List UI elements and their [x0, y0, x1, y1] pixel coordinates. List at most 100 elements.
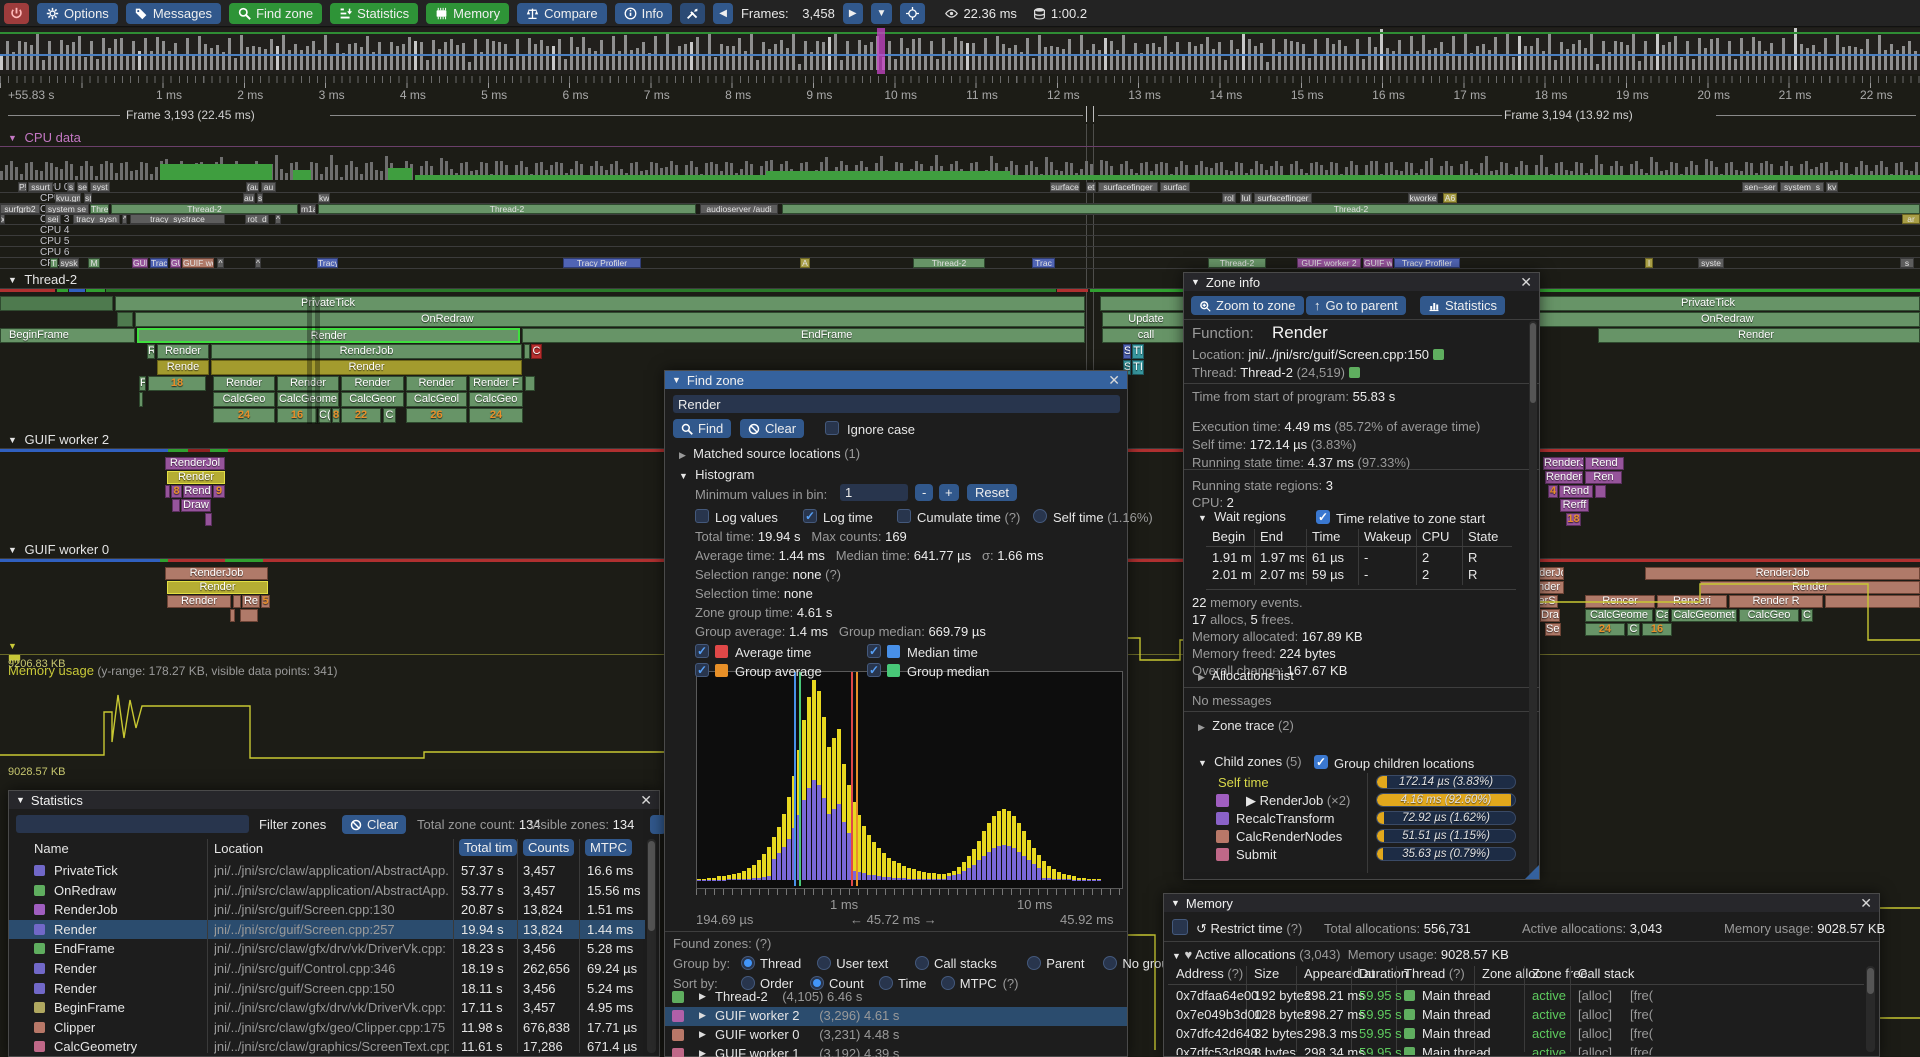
expand-arrow-icon[interactable]: ▶ [699, 1029, 706, 1040]
cpu-zone-block[interactable]: GUIF worker 2 [1297, 258, 1361, 268]
timeline-zone[interactable]: Rende [157, 360, 209, 375]
cpu-zone-block[interactable]: Tracy Profiler [1394, 258, 1460, 268]
group-by-radio-no-groupi[interactable] [1103, 956, 1117, 970]
prev-frame-button[interactable]: ◀ [713, 3, 733, 24]
timeline-zone[interactable]: C [383, 408, 396, 423]
child-zone-name[interactable]: Self time [1218, 775, 1269, 790]
child-zone-time-pill[interactable]: 4.16 ms (92.60%) [1376, 793, 1516, 807]
current-frame-marker[interactable] [877, 28, 885, 74]
timeline-zone[interactable]: 8 [332, 408, 340, 423]
child-zone-time-pill[interactable]: 172.14 µs (3.83%) [1376, 775, 1516, 789]
cpu-zone-block[interactable]: M [88, 258, 100, 268]
timeline-zone[interactable]: Render [213, 376, 275, 391]
find-zone-titlebar[interactable]: ▼ Find zone ✕ [665, 371, 1127, 389]
find-zone-query-input[interactable]: Render [673, 395, 1120, 413]
group-children-checkbox[interactable]: ✓ [1314, 755, 1328, 769]
timeline-zone[interactable]: Ca [1655, 609, 1669, 622]
cpu-zone-block[interactable]: ar [1902, 214, 1920, 224]
timeline-zone[interactable]: Render [167, 471, 225, 484]
frame-3194-label[interactable]: Frame 3,194 (13.92 ms) [1504, 108, 1633, 122]
timeline-zone[interactable]: 16 [1642, 623, 1672, 636]
allocations-list-toggle[interactable]: ▶ Allocations list [1198, 668, 1294, 683]
timeline-ruler[interactable]: +55.83 s 1 ms2 ms3 ms4 ms5 ms6 ms7 ms8 m… [0, 76, 1920, 106]
stats-clear-button[interactable]: Clear [342, 815, 406, 834]
timeline-zone[interactable] [205, 513, 212, 526]
find-clear-button[interactable]: Clear [740, 419, 804, 438]
cpu-zone-block[interactable]: surfaceflinger [1254, 193, 1312, 203]
tools-button[interactable] [680, 3, 705, 24]
ignore-case-checkbox[interactable] [825, 421, 839, 435]
wait-col-header[interactable]: Wakeup [1364, 529, 1418, 544]
child-zone-name[interactable]: CalcRenderNodes [1236, 829, 1342, 844]
child-zone-name[interactable]: Submit [1236, 847, 1276, 862]
thread-header-guif-worker-2[interactable]: ▼ GUIF worker 2 [8, 432, 109, 447]
cpu-zone-block[interactable]: A6 [1443, 193, 1457, 203]
timeline-zone[interactable]: F [139, 376, 146, 391]
found-zone-row[interactable]: ▶GUIF worker 1(3,192) 4.39 s [665, 1045, 1127, 1057]
cpu-zone-block[interactable]: Thread-2 [1208, 258, 1266, 268]
timeline-zone[interactable]: R [147, 344, 155, 359]
memory-scrollbar[interactable] [1866, 966, 1875, 1052]
cpu-zone-block[interactable]: (au [246, 182, 259, 192]
cpu-zone-block[interactable]: Thread-2 [111, 204, 298, 214]
cpu-zone-block[interactable]: GUIF wor [182, 258, 214, 268]
timeline-zone[interactable]: Rend [1585, 457, 1624, 470]
collapse-arrow-icon[interactable]: ▼ [1191, 277, 1200, 287]
legend-checkbox[interactable]: ✓ [695, 663, 709, 677]
found-zone-row[interactable]: ▶GUIF worker 0(3,231) 4.48 s [665, 1026, 1127, 1045]
timeline-zone[interactable]: 4 [1548, 485, 1558, 498]
timeline-zone[interactable] [165, 485, 170, 498]
wait-regions-toggle[interactable]: ▼ Wait regions [1198, 509, 1286, 524]
wait-col-header[interactable]: Begin [1212, 529, 1256, 544]
histogram-plot[interactable] [696, 671, 1123, 889]
cpu-zone-block[interactable]: Tracy! [317, 258, 338, 268]
timeline-zone[interactable]: 8 [171, 485, 182, 498]
timeline-zone[interactable]: BeginFrame [0, 328, 135, 343]
matched-source-locations[interactable]: ▶ Matched source locations (1) [679, 446, 860, 461]
cpu-zone-block[interactable]: s( [84, 193, 92, 203]
cpu-zone-block[interactable]: kw [318, 193, 330, 203]
legend-checkbox[interactable]: ✓ [695, 644, 709, 658]
frame-dropdown-button[interactable]: ▼ [871, 3, 893, 24]
cpu-zone-block[interactable]: surfgrb2 [0, 204, 40, 214]
timeline-zone[interactable]: CalcGeo [213, 392, 275, 407]
cpu-zone-block[interactable]: Thread-2 [913, 258, 985, 268]
timeline-zone[interactable]: Rencer [1585, 595, 1655, 608]
timeline-zone[interactable]: Sel [1545, 623, 1561, 636]
cpu-zone-block[interactable]: I [1645, 258, 1653, 268]
col-header-total-time[interactable]: Total tim [459, 839, 517, 856]
timeline-zone[interactable]: 9 [213, 485, 225, 498]
cpu-zone-block[interactable]: Tracy [150, 258, 168, 268]
cpu-zone-block[interactable]: audioserver /audi [700, 204, 778, 214]
stats-scrollbar[interactable] [647, 839, 656, 1053]
cpu-zone-block[interactable]: kv [1826, 182, 1838, 192]
cpu-zone-block[interactable]: et [1086, 182, 1096, 192]
wait-col-header[interactable]: Time [1312, 529, 1360, 544]
cpu-zone-block[interactable]: Thread-2 [318, 204, 696, 214]
log-time-checkbox[interactable]: ✓ [803, 509, 817, 523]
cumulate-time-checkbox[interactable] [897, 509, 911, 523]
cpu-zone-block[interactable]: ^ [255, 258, 261, 268]
timeline-zone[interactable]: C [1627, 623, 1640, 636]
cpu-zone-block[interactable]: GUIF w [1363, 258, 1393, 268]
expand-arrow-icon[interactable]: ▶ [699, 1048, 706, 1057]
restrict-time-checkbox[interactable] [1172, 919, 1188, 935]
cpu-zone-block[interactable]: Thread-2 [782, 204, 1920, 214]
timeline-zone[interactable]: C [1801, 609, 1813, 622]
table-row[interactable]: OnRedrawjni/../jni/src/claw/application/… [9, 881, 645, 901]
timeline-zone[interactable]: CalcGeo [1739, 609, 1799, 622]
table-row[interactable]: PrivateTickjni/../jni/src/claw/applicati… [9, 861, 645, 881]
legend-checkbox[interactable]: ✓ [867, 644, 881, 658]
cpu-zone-block[interactable]: rol [1222, 193, 1236, 203]
min-bin-input[interactable]: 1 [840, 484, 908, 501]
close-icon[interactable]: ✕ [1108, 373, 1120, 387]
min-bin-decrease-button[interactable]: - [915, 484, 933, 501]
table-row[interactable]: BeginFramejni/../jni/src/claw/gfx/drv/vk… [9, 998, 645, 1018]
min-bin-reset-button[interactable]: Reset [967, 484, 1017, 501]
child-zone-time-pill[interactable]: 72.92 µs (1.62%) [1376, 811, 1516, 825]
table-row[interactable]: Clipperjni/../jni/src/claw/gfx/geo/Clipp… [9, 1018, 645, 1038]
go-to-parent-button[interactable]: ↑Go to parent [1306, 296, 1406, 315]
zone-trace-toggle[interactable]: ▶ Zone trace (2) [1198, 718, 1294, 733]
cpu-zone-block[interactable]: tracy_sysn [73, 214, 120, 224]
timeline-zone[interactable] [1825, 595, 1920, 608]
